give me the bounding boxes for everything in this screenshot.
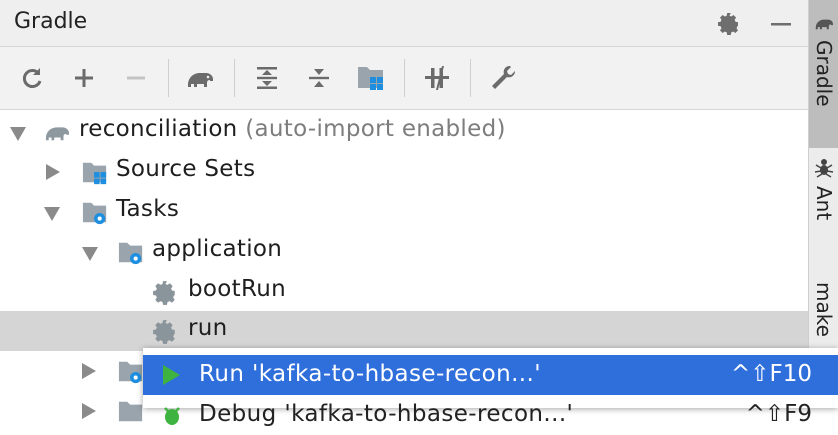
- expand-arrow-icon[interactable]: [82, 247, 98, 261]
- tree-row-tasks[interactable]: Tasks: [0, 192, 808, 232]
- side-tab-label: Ant: [812, 186, 836, 221]
- collapse-all-icon[interactable]: [302, 61, 336, 95]
- menu-item-debug[interactable]: Debug 'kafka-to-hbase-recon...' ^⇧F9: [143, 395, 838, 435]
- menu-item-shortcut: ^⇧F10: [730, 361, 812, 387]
- task-group-folder-icon: [116, 359, 144, 384]
- task-gear-icon: [152, 319, 180, 344]
- refresh-icon[interactable]: [15, 61, 49, 95]
- tree-label-tasks: Tasks: [116, 196, 180, 222]
- gradle-elephant-icon[interactable]: [183, 61, 217, 95]
- side-tab-ant[interactable]: Ant: [809, 150, 838, 260]
- tree-row-run[interactable]: run: [0, 311, 808, 351]
- task-gear-icon: [152, 280, 180, 305]
- run-play-icon: [163, 365, 180, 385]
- tree-row-source-sets[interactable]: Source Sets: [0, 152, 808, 192]
- tree-label-run: run: [188, 315, 228, 341]
- tree-row-boot-run[interactable]: bootRun: [0, 272, 808, 312]
- task-group-folder-icon: [116, 399, 144, 423]
- tasks-folder-icon: [80, 200, 108, 225]
- side-tab-label: make: [812, 282, 836, 337]
- minus-icon[interactable]: [119, 61, 153, 95]
- expand-all-icon[interactable]: [250, 61, 284, 95]
- gradle-toolbar: [0, 47, 808, 110]
- tree-row-application[interactable]: application: [0, 232, 808, 272]
- plus-icon[interactable]: [67, 61, 101, 95]
- auto-import-hint: (auto-import enabled): [245, 116, 506, 142]
- expand-arrow-icon[interactable]: [82, 403, 96, 419]
- side-tab-label: Gradle: [812, 40, 836, 107]
- tree-label-application: application: [152, 236, 283, 262]
- gradle-elephant-icon: [42, 120, 70, 144]
- expand-arrow-icon[interactable]: [46, 164, 60, 180]
- expand-arrow-icon[interactable]: [82, 363, 96, 379]
- tree-label-boot-run: bootRun: [188, 276, 286, 302]
- minimize-icon[interactable]: [768, 11, 794, 37]
- menu-item-label: Debug 'kafka-to-hbase-recon...': [199, 401, 574, 427]
- tree-row-project[interactable]: reconciliation (auto-import enabled): [0, 112, 808, 152]
- menu-item-label: Run 'kafka-to-hbase-recon...': [199, 361, 541, 387]
- debug-bug-icon: [161, 403, 183, 431]
- project-name: reconciliation: [79, 116, 238, 142]
- menu-item-shortcut: ^⇧F9: [745, 401, 812, 427]
- source-sets-folder-icon: [80, 160, 108, 185]
- source-sets-icon[interactable]: [354, 61, 388, 95]
- menu-item-run[interactable]: Run 'kafka-to-hbase-recon...' ^⇧F10: [143, 355, 838, 395]
- wrench-icon[interactable]: [486, 61, 520, 95]
- toolbar-separator: [404, 59, 405, 97]
- toolbar-separator: [470, 59, 471, 97]
- expand-arrow-icon[interactable]: [44, 207, 60, 221]
- ant-icon: [813, 156, 835, 182]
- toolbar-separator: [234, 59, 235, 97]
- context-menu: Run 'kafka-to-hbase-recon...' ^⇧F10 Debu…: [143, 348, 838, 427]
- toggle-offline-icon[interactable]: [420, 61, 454, 95]
- panel-title: Gradle: [14, 9, 88, 34]
- gear-icon[interactable]: [716, 11, 742, 37]
- side-tab-gradle[interactable]: Gradle: [809, 0, 838, 148]
- task-group-folder-icon: [116, 240, 144, 265]
- gradle-elephant-icon: [813, 14, 835, 36]
- expand-arrow-icon[interactable]: [10, 127, 26, 141]
- tool-window-header: Gradle: [0, 0, 808, 47]
- right-tool-window-bar: Gradle Ant make: [808, 0, 838, 408]
- toolbar-separator: [168, 59, 169, 97]
- tree-label-source-sets: Source Sets: [116, 156, 256, 182]
